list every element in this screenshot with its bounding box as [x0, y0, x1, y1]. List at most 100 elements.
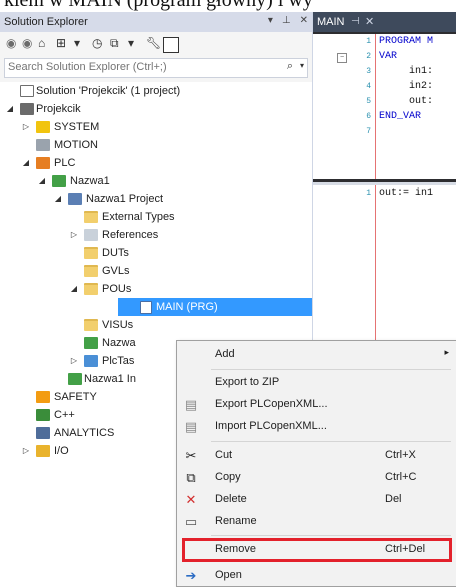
menu-item-rename[interactable]: ▭ Rename — [177, 511, 456, 533]
tree-item-references[interactable]: ▷ References — [0, 226, 312, 244]
tree-item-solution[interactable]: Solution 'Projekcik' (1 project) — [0, 82, 312, 100]
tree-item-nazwa1[interactable]: ◢ Nazwa1 — [0, 172, 312, 190]
line-number: 7 — [366, 127, 371, 136]
search-options-icon[interactable]: ▾ — [300, 61, 304, 70]
references-icon — [84, 229, 98, 241]
pin-icon[interactable]: ⊥ — [282, 15, 291, 26]
tree-item-main-prg[interactable]: MAIN (PRG) — [118, 298, 312, 316]
open-icon: ➔ — [185, 568, 197, 583]
collapse-arrow-icon[interactable]: ◢ — [37, 172, 47, 190]
caption-strip: kiem w MAIN (program główny) i wy — [0, 0, 456, 12]
tree-item-pous[interactable]: ◢ POUs — [0, 280, 312, 298]
context-menu: Add ▸ Export to ZIP ▤ Export PLCopenXML.… — [176, 340, 456, 587]
collapse-arrow-icon[interactable]: ◢ — [5, 100, 15, 118]
line-number: 4 — [366, 82, 371, 91]
delete-icon: ✕ — [185, 492, 197, 507]
tab-main-label: MAIN — [317, 16, 345, 28]
fold-toggle-icon[interactable]: − — [337, 53, 347, 63]
folder-icon — [84, 211, 98, 223]
safety-icon — [36, 391, 50, 403]
close-tab-icon[interactable]: ✕ — [365, 15, 374, 28]
collapse-arrow-icon[interactable]: ◢ — [21, 154, 31, 172]
plc-project-icon — [52, 175, 66, 187]
history-icon[interactable]: ◷ — [92, 36, 102, 50]
code-line: END_VAR — [379, 111, 422, 122]
tree-item-duts[interactable]: DUTs — [0, 244, 312, 262]
search-box[interactable]: ⌕ ▾ — [4, 58, 308, 78]
search-icon[interactable]: ⌕ — [287, 60, 293, 73]
code-line: VAR — [379, 51, 398, 62]
menu-item-open[interactable]: ➔ Open — [177, 565, 456, 587]
sync-icon[interactable]: ⧉ — [110, 36, 119, 51]
tree-item-external-types[interactable]: External Types — [0, 208, 312, 226]
submenu-arrow-icon: ▸ — [444, 347, 449, 357]
tree-item-projekcik[interactable]: ◢ Projekcik — [0, 100, 312, 118]
line-number: 2 — [366, 52, 371, 61]
code-line: out:= in1 — [379, 188, 434, 199]
menu-item-cut[interactable]: ✂ Cut Ctrl+X — [177, 445, 456, 467]
expand-arrow-icon[interactable]: ▷ — [21, 442, 31, 460]
line-number: 3 — [366, 67, 371, 76]
scissors-icon: ✂ — [185, 448, 197, 463]
tab-main[interactable]: MAIN ⊣ ✕ — [313, 12, 456, 32]
menu-item-copy[interactable]: ⧉ Copy Ctrl+C — [177, 467, 456, 489]
import-xml-icon: ▤ — [184, 419, 198, 434]
motion-icon — [36, 139, 50, 151]
search-input[interactable] — [8, 60, 278, 74]
dropdown-icon[interactable]: ▾ — [74, 36, 80, 50]
home-icon[interactable]: ⌂ — [38, 36, 45, 50]
code-line: in1: — [409, 66, 434, 77]
expand-arrow-icon[interactable]: ▷ — [69, 352, 79, 370]
folder-icon — [84, 247, 98, 259]
collapse-icon[interactable]: ▾ — [128, 36, 134, 50]
preview-icon[interactable] — [163, 37, 179, 53]
highlight-box — [182, 538, 452, 562]
solution-explorer-title: Solution Explorer — [4, 16, 88, 28]
menu-item-delete[interactable]: ✕ Delete Del — [177, 489, 456, 511]
code-line: out: — [409, 96, 434, 107]
plc-icon — [36, 157, 50, 169]
window-options-icon[interactable]: ▾ — [268, 15, 273, 26]
solution-explorer-title-bar: Solution Explorer ▾ ⊥ ✕ — [0, 12, 312, 32]
folder-icon — [84, 319, 98, 331]
solution-icon — [20, 85, 34, 97]
menu-separator — [211, 535, 451, 536]
expand-arrow-icon[interactable]: ▷ — [69, 226, 79, 244]
menu-item-export-zip[interactable]: Export to ZIP — [177, 372, 456, 394]
menu-item-import-plcopenxml[interactable]: ▤ Import PLCopenXML... — [177, 416, 456, 438]
menu-item-export-plcopenxml[interactable]: ▤ Export PLCopenXML... — [177, 394, 456, 416]
cpp-icon — [36, 409, 50, 421]
io-icon — [36, 445, 50, 457]
tree-item-system[interactable]: ▷ SYSTEM — [0, 118, 312, 136]
pin-icon[interactable]: ⊣ — [351, 16, 360, 27]
analytics-icon — [36, 427, 50, 439]
menu-separator — [211, 441, 451, 442]
menu-item-add[interactable]: Add ▸ — [177, 344, 456, 366]
program-icon — [140, 301, 152, 314]
properties-icon[interactable]: 🔧︎ — [146, 36, 161, 50]
export-xml-icon: ▤ — [184, 397, 198, 412]
line-number: 1 — [366, 189, 371, 198]
plctask-icon — [84, 355, 98, 367]
expand-arrow-icon[interactable]: ▷ — [21, 118, 31, 136]
back-icon[interactable]: ◉ — [6, 36, 16, 50]
declaration-editor[interactable]: − 1 PROGRAM M 2 VAR 3 in1: 4 in2: 5 out:… — [313, 34, 456, 179]
line-number: 1 — [366, 37, 371, 46]
task-icon — [84, 337, 98, 349]
collapse-arrow-icon[interactable]: ◢ — [69, 280, 79, 298]
collapse-arrow-icon[interactable]: ◢ — [53, 190, 63, 208]
tree-item-visus[interactable]: VISUs — [0, 316, 312, 334]
line-number: 6 — [366, 112, 371, 121]
forward-icon[interactable]: ◉ — [22, 36, 32, 50]
project-icon — [20, 103, 34, 115]
close-icon[interactable]: ✕ — [300, 15, 308, 26]
solution-view-icon[interactable]: ⊞ — [56, 36, 66, 50]
tree-item-gvls[interactable]: GVLs — [0, 262, 312, 280]
code-line: in2: — [409, 81, 434, 92]
tree-item-motion[interactable]: MOTION — [0, 136, 312, 154]
tree-item-plc[interactable]: ◢ PLC — [0, 154, 312, 172]
plc-subproject-icon — [68, 193, 82, 205]
caption-text: kiem w MAIN (program główny) i wy — [4, 0, 313, 11]
tree-item-nazwa1-project[interactable]: ◢ Nazwa1 Project — [0, 190, 312, 208]
menu-separator — [211, 369, 451, 370]
